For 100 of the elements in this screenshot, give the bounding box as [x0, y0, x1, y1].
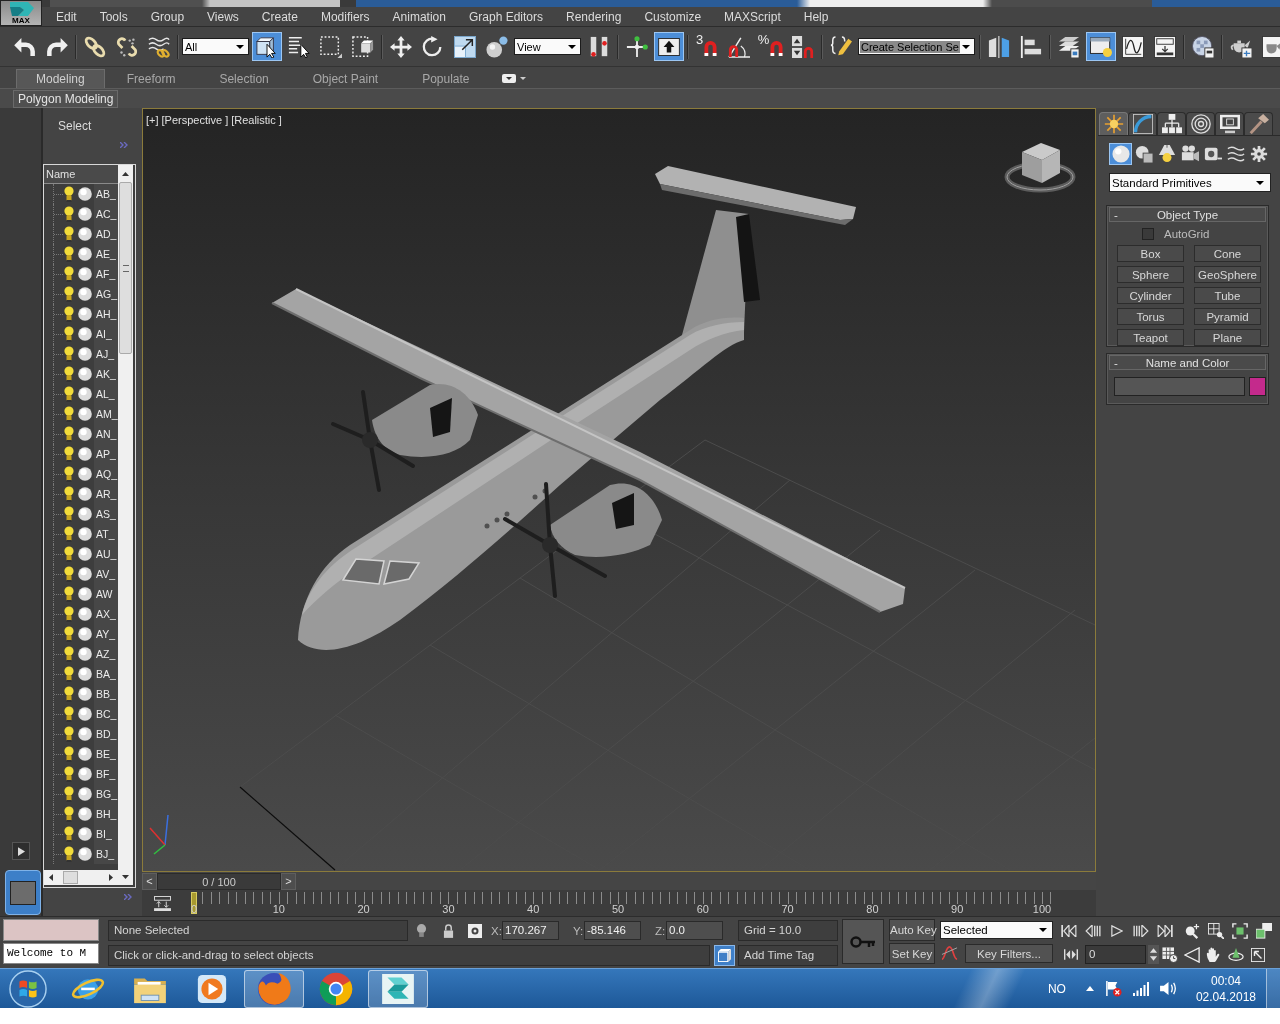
object-name[interactable]: BG_	[94, 784, 118, 804]
previous-frame-button[interactable]: <	[142, 872, 157, 890]
primitive-button[interactable]: Teapot	[1117, 329, 1184, 346]
name-input-field[interactable]	[1114, 377, 1245, 396]
lightbulb-icon[interactable]	[64, 566, 74, 582]
primitive-button[interactable]: Tube	[1194, 287, 1261, 304]
object-name[interactable]: AS_	[94, 504, 118, 524]
sphere-icon[interactable]	[78, 207, 92, 221]
lightbulb-icon[interactable]	[64, 326, 74, 342]
lightbulb-icon[interactable]	[64, 846, 74, 862]
frame-field[interactable]: 0	[1085, 945, 1146, 964]
lightbulb-icon[interactable]	[64, 706, 74, 722]
object-name[interactable]: AZ_	[94, 644, 118, 664]
shortcut-override-button[interactable]	[654, 32, 684, 61]
create-tab[interactable]	[1099, 112, 1128, 135]
object-name[interactable]: AD_	[94, 224, 118, 244]
sphere-icon[interactable]	[78, 787, 92, 801]
object-name[interactable]: AP_	[94, 444, 118, 464]
object-name[interactable]: BE_	[94, 744, 118, 764]
sphere-icon[interactable]	[78, 627, 92, 641]
sphere-icon[interactable]	[78, 747, 92, 761]
lightbulb-icon[interactable]	[64, 366, 74, 382]
toolbar-dropdown[interactable]: All	[182, 38, 249, 55]
sphere-icon[interactable]	[78, 427, 92, 441]
sphere-icon[interactable]	[78, 327, 92, 341]
object-name[interactable]: BA_	[94, 664, 118, 684]
object-name[interactable]: AF_	[94, 264, 118, 284]
frame-spinner[interactable]	[1148, 945, 1159, 964]
coordinate-field[interactable]: -85.146	[584, 921, 641, 940]
object-name[interactable]: BH_	[94, 804, 118, 824]
ribbon-tab[interactable]: Modeling	[16, 69, 105, 88]
sphere-icon[interactable]	[78, 467, 92, 481]
sphere-icon[interactable]	[78, 287, 92, 301]
key-filters-button[interactable]: Key Filters...	[965, 944, 1053, 963]
menu-item[interactable]: Modifiers	[320, 9, 370, 24]
object-name[interactable]: AM_	[94, 404, 118, 424]
checkbox[interactable]	[1142, 228, 1154, 240]
airplane-drawing[interactable]	[271, 166, 906, 650]
object-name[interactable]: BB_	[94, 684, 118, 704]
object-name[interactable]: AY_	[94, 624, 118, 644]
object-name[interactable]: BC_	[94, 704, 118, 724]
motion-tab[interactable]	[1186, 112, 1215, 135]
menu-item[interactable]: Group	[150, 9, 185, 24]
lightbulb-icon[interactable]	[64, 806, 74, 822]
named-selection-field[interactable]: Create Selection Se	[858, 38, 975, 55]
lightbulb-icon[interactable]	[64, 246, 74, 262]
lightbulb-icon[interactable]	[64, 446, 74, 462]
lightbulb-icon[interactable]	[64, 506, 74, 522]
lightbulb-icon[interactable]	[64, 406, 74, 422]
key-curve-button[interactable]	[940, 944, 959, 963]
ribbon-tab[interactable]: Freeform	[104, 69, 198, 88]
percent-snap-button[interactable]: %	[756, 32, 786, 61]
object-name[interactable]: AK_	[94, 364, 118, 384]
object-name[interactable]: BJ_	[94, 844, 118, 864]
lightbulb-icon[interactable]	[64, 606, 74, 622]
sphere-icon[interactable]	[78, 687, 92, 701]
sphere-icon[interactable]	[78, 407, 92, 421]
sphere-icon[interactable]	[78, 667, 92, 681]
lightbulb-icon[interactable]	[64, 686, 74, 702]
lightbulb-icon[interactable]	[64, 466, 74, 482]
object-name[interactable]: BI_	[94, 824, 118, 844]
object-name[interactable]: AW	[94, 584, 118, 604]
toolbar-dropdown[interactable]: View	[514, 38, 581, 55]
lightbulb-icon[interactable]	[64, 766, 74, 782]
primitive-button[interactable]: Sphere	[1117, 266, 1184, 283]
category-button[interactable]	[1109, 143, 1132, 165]
object-name[interactable]: AJ_	[94, 344, 118, 364]
color-swatch-icon[interactable]	[1249, 377, 1266, 396]
sphere-icon[interactable]	[78, 527, 92, 541]
lightbulb-icon[interactable]	[64, 586, 74, 602]
object-name[interactable]: AC_	[94, 204, 118, 224]
viewport-layout-button[interactable]	[5, 870, 41, 915]
lightbulb-icon[interactable]	[64, 286, 74, 302]
lightbulb-icon[interactable]	[64, 826, 74, 842]
menu-item[interactable]: Animation	[392, 9, 446, 24]
primitive-button[interactable]: Plane	[1194, 329, 1261, 346]
taskbar-app-button[interactable]	[244, 969, 304, 1008]
sphere-icon[interactable]	[78, 707, 92, 721]
sphere-icon[interactable]	[78, 607, 92, 621]
sphere-icon[interactable]	[78, 647, 92, 661]
hierarchy-tab[interactable]	[1157, 112, 1186, 135]
lightbulb-icon[interactable]	[64, 206, 74, 222]
utilities-tab[interactable]	[1244, 112, 1273, 135]
lightbulb-icon[interactable]	[64, 666, 74, 682]
time-tag-field[interactable]: Add Time Tag	[738, 945, 838, 966]
sphere-icon[interactable]	[78, 507, 92, 521]
lightbulb-icon[interactable]	[64, 626, 74, 642]
object-name[interactable]: AB_	[94, 184, 118, 204]
track-bar[interactable]: 0 10 20 30 40 50 60 70 80 90 100	[189, 890, 1051, 916]
sphere-icon[interactable]	[78, 227, 92, 241]
scrollbar-thumb[interactable]	[63, 871, 78, 884]
lightbulb-icon[interactable]	[64, 786, 74, 802]
auto-key-button[interactable]: Auto Key	[889, 919, 935, 941]
ribbon-tab[interactable]: Populate	[400, 69, 492, 88]
field-of-view-button[interactable]	[1181, 944, 1203, 965]
lightbulb-icon[interactable]	[64, 546, 74, 562]
object-name[interactable]: AL_	[94, 384, 118, 404]
lightbulb-icon[interactable]	[64, 646, 74, 662]
lightbulb-icon[interactable]	[64, 746, 74, 762]
track-bar-toggle-button[interactable]	[153, 894, 171, 912]
